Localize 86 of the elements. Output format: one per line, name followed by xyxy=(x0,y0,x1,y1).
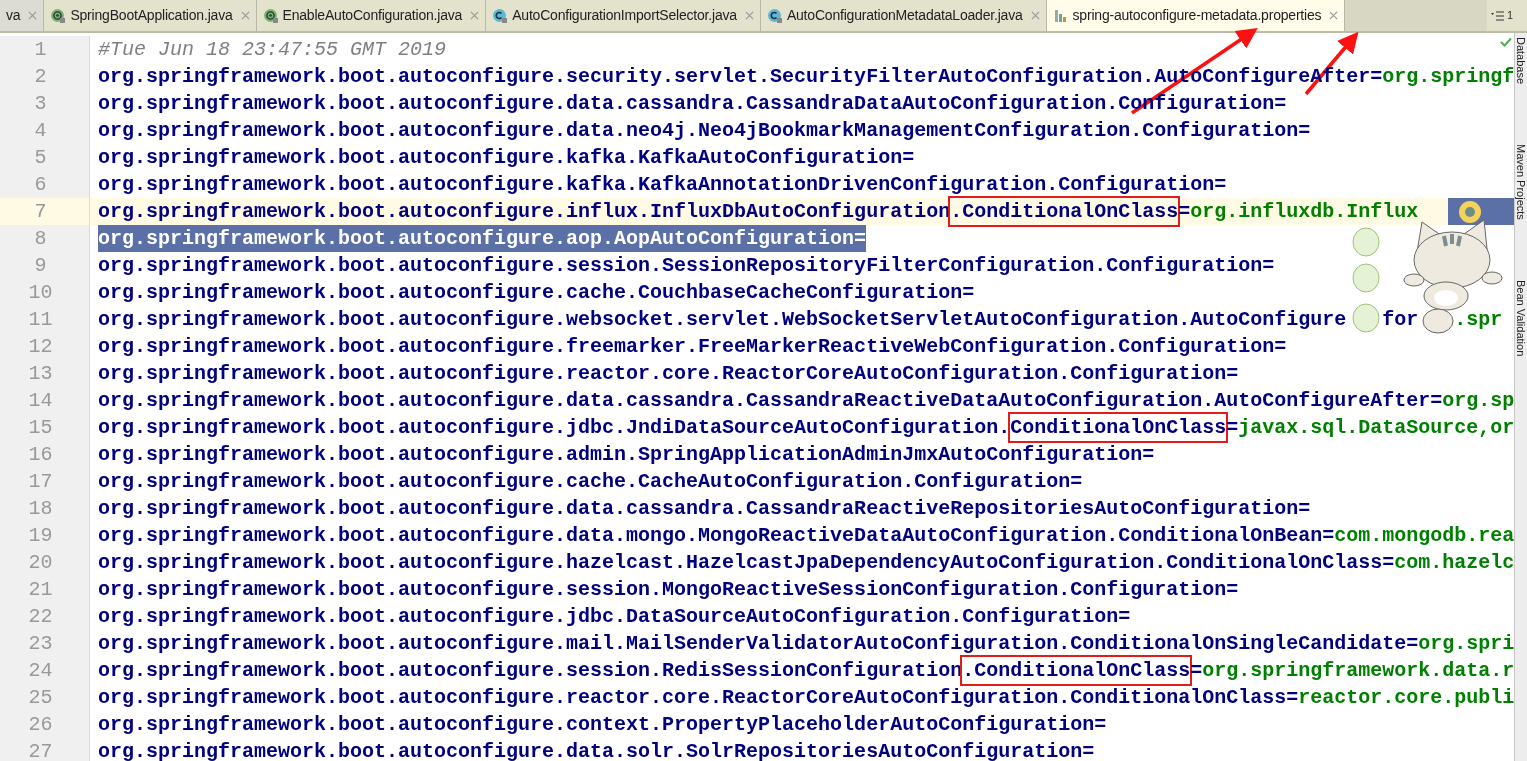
editor-tab[interactable]: va xyxy=(0,0,45,31)
line-number: 4 xyxy=(34,118,47,144)
line-number: 6 xyxy=(34,172,47,198)
property-value: org.influxdb.Influx xyxy=(1190,199,1419,225)
close-icon[interactable] xyxy=(240,11,250,20)
property-value: org.springf xyxy=(1382,64,1514,90)
property-key: org.springframework.boot.autoconfigure.data.cassandra.CassandraReactiveDataAutoConfiguration.AutoConfigureAfter= xyxy=(98,387,1443,414)
property-key: org.springframework.boot.autoconfigure.aop.AopAutoConfiguration= xyxy=(98,225,867,252)
property-key: org.springframework.boot.autoconfigure.influx.InfluxDbAutoConfiguration xyxy=(98,198,951,225)
property-key: for xyxy=(1382,306,1419,333)
close-icon[interactable] xyxy=(470,11,480,20)
line-number: 16 xyxy=(28,442,53,468)
annotation-icon xyxy=(50,7,67,24)
line-number: 26 xyxy=(28,712,53,738)
property-key: org.springframework.boot.autoconfigure.freemarker.FreeMarkerReactiveWebConfiguration.Configuration= xyxy=(98,333,1287,360)
line-number: 20 xyxy=(28,550,53,576)
line-number: 9 xyxy=(34,253,47,279)
class-icon xyxy=(492,7,509,24)
property-value: org.springframework.data.r xyxy=(1202,658,1514,684)
annotation-icon xyxy=(262,7,279,24)
property-key: org.springframework.boot.autoconfigure.data.solr.SolrRepositoriesAutoConfiguration= xyxy=(98,738,1095,761)
property-value: org.sp xyxy=(1442,388,1514,414)
property-value: org.spri xyxy=(1418,631,1514,657)
property-key: org.springframework.boot.autoconfigure.cache.CacheAutoConfiguration.Configuration= xyxy=(98,468,1083,495)
line-number: 10 xyxy=(28,280,53,306)
close-icon[interactable] xyxy=(744,11,754,20)
menu-icon xyxy=(1491,10,1505,21)
property-value: .spr xyxy=(1454,307,1503,333)
property-key: org.springframework.boot.autoconfigure.mail.MailSenderValidatorAutoConfiguration.ConditionalOnSingleCandidate= xyxy=(98,630,1419,657)
editor-tab[interactable]: EnableAutoConfiguration.java xyxy=(256,0,487,31)
tool-window-tab[interactable]: Maven Projects xyxy=(1515,144,1527,220)
property-key: org.springframework.boot.autoconfigure.websocket.servlet.WebSocketServletAutoConfiguration.AutoConfigure xyxy=(98,306,1347,333)
property-key: org.springframework.boot.autoconfigure.data.mongo.MongoReactiveDataAutoConfiguration.ConditionalOnBean= xyxy=(98,522,1335,549)
line-number: 24 xyxy=(28,658,53,684)
property-key: org.springframework.boot.autoconfigure.reactor.core.ReactorCoreAutoConfiguration.Configuration= xyxy=(98,360,1239,387)
line-number: 13 xyxy=(28,361,53,387)
property-key: org.springframework.boot.autoconfigure.session.MongoReactiveSessionConfiguration.Configuration= xyxy=(98,576,1239,603)
line-number: 7 xyxy=(34,199,47,225)
editor-tab[interactable]: spring-autoconfigure-metadata.properties xyxy=(1046,0,1346,31)
close-icon[interactable] xyxy=(1329,11,1339,20)
editor-tab[interactable]: SpringBootApplication.java xyxy=(44,0,257,31)
line-number: 3 xyxy=(34,91,47,117)
property-value: com.mongodb.rea xyxy=(1334,523,1514,549)
line-number: 14 xyxy=(28,388,53,414)
property-key: org.springframework.boot.autoconfigure.session.RedisSessionConfiguration xyxy=(98,657,963,684)
line-number: 22 xyxy=(28,604,53,630)
property-key: org.springframework.boot.autoconfigure.kafka.KafkaAnnotationDrivenConfiguration.Configuration= xyxy=(98,171,1227,198)
editor-tab[interactable]: AutoConfigurationImportSelector.java xyxy=(486,0,761,31)
line-number: 27 xyxy=(28,739,53,761)
line-number: 17 xyxy=(28,469,53,495)
code-comment: #Tue Jun 18 23:47:55 GMT 2019 xyxy=(98,37,447,63)
class-icon xyxy=(766,7,783,24)
tab-list-button[interactable]: 1 xyxy=(1487,0,1527,31)
editor-tab[interactable]: AutoConfigurationMetadataLoader.java xyxy=(760,0,1047,31)
property-value: javax.sql.DataSource,or xyxy=(1238,415,1514,441)
tool-window-tab[interactable]: Bean Validation xyxy=(1515,279,1527,357)
property-key: org.springframework.boot.autoconfigure.data.cassandra.CassandraReactiveRepositoriesAutoConfiguration= xyxy=(98,495,1311,522)
line-number: 11 xyxy=(28,307,53,333)
property-key: org.springframework.boot.autoconfigure.context.PropertyPlaceholderAutoConfiguration= xyxy=(98,711,1107,738)
property-key: org.springframework.boot.autoconfigure.session.SessionRepositoryFilterConfiguration.Configuration= xyxy=(98,252,1275,279)
close-icon[interactable] xyxy=(28,11,38,20)
line-number: 21 xyxy=(28,577,53,603)
line-number: 19 xyxy=(28,523,53,549)
tool-window-tab[interactable]: Database xyxy=(1515,37,1527,85)
line-number: 12 xyxy=(28,334,53,360)
property-key: org.springframework.boot.autoconfigure.jdbc.JndiDataSourceAutoConfiguration. xyxy=(98,414,1011,441)
property-value: com.hazelc xyxy=(1394,550,1514,576)
line-number: 1 xyxy=(34,37,47,63)
property-key: org.springframework.boot.autoconfigure.reactor.core.ReactorCoreAutoConfiguration.ConditionalOnClass= xyxy=(98,684,1299,711)
property-key: org.springframework.boot.autoconfigure.cache.CouchbaseCacheConfiguration= xyxy=(98,279,975,306)
line-number: 18 xyxy=(28,496,53,522)
inspection-ok-icon xyxy=(1500,37,1512,47)
line-number: 25 xyxy=(28,685,53,711)
property-key: org.springframework.boot.autoconfigure.hazelcast.HazelcastJpaDependencyAutoConfiguration.ConditionalOnClass= xyxy=(98,549,1395,576)
property-value: reactor.core.publi xyxy=(1298,685,1514,711)
property-key: org.springframework.boot.autoconfigure.kafka.KafkaAutoConfiguration= xyxy=(98,144,915,171)
line-number: 23 xyxy=(28,631,53,657)
property-key: org.springframework.boot.autoconfigure.data.neo4j.Neo4jBookmarkManagementConfiguration.Configuration= xyxy=(98,117,1311,144)
properties-file-icon xyxy=(1052,7,1069,24)
property-key: org.springframework.boot.autoconfigure.admin.SpringApplicationAdminJmxAutoConfiguration= xyxy=(98,441,1155,468)
line-number: 2 xyxy=(34,64,47,90)
line-number: 5 xyxy=(34,145,47,171)
close-icon[interactable] xyxy=(1030,11,1040,20)
line-number: 15 xyxy=(28,415,53,441)
line-number: 8 xyxy=(34,226,47,252)
property-key: org.springframework.boot.autoconfigure.jdbc.DataSourceAutoConfiguration.Configuration= xyxy=(98,603,1131,630)
